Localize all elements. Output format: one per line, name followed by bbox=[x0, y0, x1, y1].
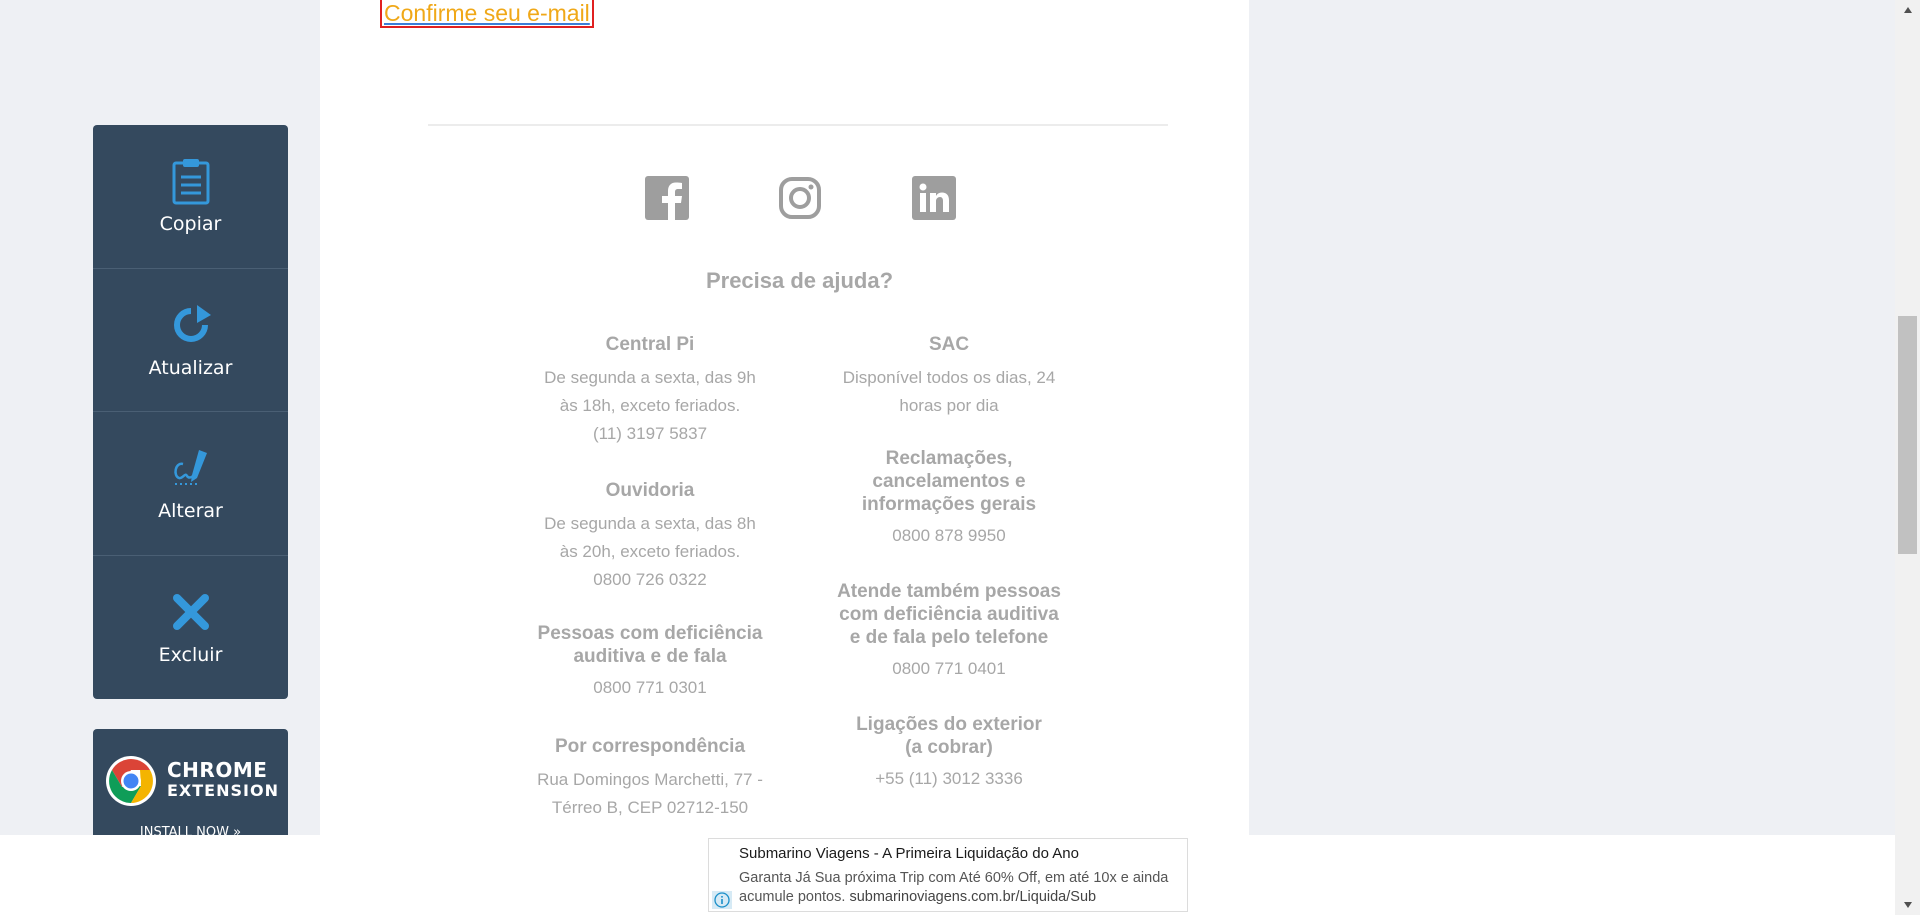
scroll-up-arrow-icon[interactable] bbox=[1895, 0, 1920, 20]
vertical-scrollbar[interactable] bbox=[1895, 0, 1920, 915]
sac-hours-line2: horas por dia bbox=[899, 396, 999, 415]
refresh-button[interactable]: Atualizar bbox=[93, 269, 288, 412]
pcd-title-line1: Pessoas com deficiência bbox=[537, 623, 763, 644]
reclamacoes-title-line2: cancelamentos e bbox=[872, 471, 1026, 492]
correspondencia-address-line1: Rua Domingos Marchetti, 77 - bbox=[537, 770, 763, 789]
reclamacoes-title-line1: Reclamações, bbox=[885, 448, 1013, 469]
atende-block: Atende também pessoas com deficiência au… bbox=[819, 580, 1079, 683]
sac-hours-line1: Disponível todos os dias, 24 bbox=[842, 368, 1056, 387]
correspondencia-block: Por correspondência Rua Domingos Marchet… bbox=[520, 735, 780, 822]
atende-title-line2: com deficiência auditiva bbox=[839, 604, 1059, 625]
refresh-label: Atualizar bbox=[148, 356, 233, 379]
ad-title[interactable]: Submarino Viagens - A Primeira Liquidaçã… bbox=[739, 845, 1079, 862]
pcd-title-line2: auditiva e de fala bbox=[573, 646, 727, 667]
chrome-logo-icon bbox=[105, 755, 157, 807]
action-toolbar: Copiar Atualizar Alterar Excluir bbox=[93, 125, 288, 699]
exterior-title-line1: Ligações do exterior bbox=[856, 714, 1042, 735]
close-x-icon bbox=[167, 588, 215, 636]
chrome-line2: EXTENSION bbox=[167, 781, 279, 800]
exterior-title-line2: (a cobrar) bbox=[905, 737, 993, 758]
help-title: Precisa de ajuda? bbox=[705, 268, 894, 293]
info-icon[interactable] bbox=[712, 891, 732, 909]
atende-phone: 0800 771 0401 bbox=[892, 659, 1006, 678]
linkedin-icon[interactable] bbox=[912, 176, 956, 220]
reclamacoes-phone: 0800 878 9950 bbox=[892, 526, 1006, 545]
reclamacoes-title-line3: informações gerais bbox=[861, 494, 1037, 515]
chrome-extension-text: CHROME EXTENSION bbox=[167, 759, 279, 800]
chrome-extension-promo[interactable]: CHROME EXTENSION INSTALL NOW » bbox=[93, 729, 288, 839]
reclamacoes-block: Reclamações, cancelamentos e informações… bbox=[819, 447, 1079, 550]
ouvidoria-phone: 0800 726 0322 bbox=[593, 570, 707, 589]
ad-description: Garanta Já Sua próxima Trip com Até 60% … bbox=[739, 869, 1184, 907]
ad-url[interactable]: submarinoviagens.com.br/Liquida/Sub bbox=[849, 889, 1096, 905]
central-pi-block: Central Pi De segunda a sexta, das 9h às… bbox=[520, 333, 780, 448]
ad-banner[interactable]: Submarino Viagens - A Primeira Liquidaçã… bbox=[708, 838, 1188, 912]
central-pi-hours-line1: De segunda a sexta, das 9h bbox=[544, 368, 756, 387]
scroll-down-arrow-icon[interactable] bbox=[1895, 895, 1920, 915]
exterior-block: Ligações do exterior (a cobrar) +55 (11)… bbox=[819, 713, 1079, 793]
central-pi-title: Central Pi bbox=[605, 334, 695, 355]
clipboard-icon bbox=[167, 157, 215, 205]
sac-block: SAC Disponível todos os dias, 24 horas p… bbox=[819, 333, 1079, 420]
refresh-icon bbox=[167, 301, 215, 349]
copy-button[interactable]: Copiar bbox=[93, 125, 288, 269]
chrome-line1: CHROME bbox=[167, 758, 268, 782]
pcd-phone: 0800 771 0301 bbox=[593, 678, 707, 697]
edit-label: Alterar bbox=[158, 500, 223, 523]
ouvidoria-block: Ouvidoria De segunda a sexta, das 8h às … bbox=[520, 479, 780, 594]
atende-title-line1: Atende também pessoas bbox=[837, 581, 1061, 602]
copy-label: Copiar bbox=[159, 213, 222, 236]
sac-title: SAC bbox=[928, 334, 970, 355]
ouvidoria-hours-line1: De segunda a sexta, das 8h bbox=[544, 514, 756, 533]
edit-button[interactable]: Alterar bbox=[93, 412, 288, 556]
delete-label: Excluir bbox=[158, 644, 223, 667]
facebook-icon[interactable] bbox=[645, 176, 689, 220]
divider bbox=[428, 124, 1168, 126]
atende-title-line3: e de fala pelo telefone bbox=[849, 627, 1049, 648]
signature-pen-icon bbox=[167, 444, 215, 492]
confirm-email-link[interactable]: Confirme seu e-mail bbox=[380, 0, 594, 28]
ouvidoria-hours-line2: às 20h, exceto feriados. bbox=[559, 542, 741, 561]
central-pi-phone: (11) 3197 5837 bbox=[592, 424, 708, 443]
ouvidoria-title: Ouvidoria bbox=[605, 480, 695, 501]
correspondencia-title: Por correspondência bbox=[554, 736, 746, 757]
scrollbar-thumb[interactable] bbox=[1898, 316, 1917, 554]
central-pi-hours-line2: às 18h, exceto feriados. bbox=[559, 396, 741, 415]
correspondencia-address-line2: Térreo B, CEP 02712-150 bbox=[551, 798, 749, 817]
instagram-icon[interactable] bbox=[778, 176, 822, 220]
exterior-phone: +55 (11) 3012 3336 bbox=[875, 769, 1023, 788]
pcd-block: Pessoas com deficiência auditiva e de fa… bbox=[520, 622, 780, 702]
delete-button[interactable]: Excluir bbox=[93, 556, 288, 700]
email-content: Confirme seu e-mail Precisa de ajuda? Ce… bbox=[320, 0, 1249, 835]
